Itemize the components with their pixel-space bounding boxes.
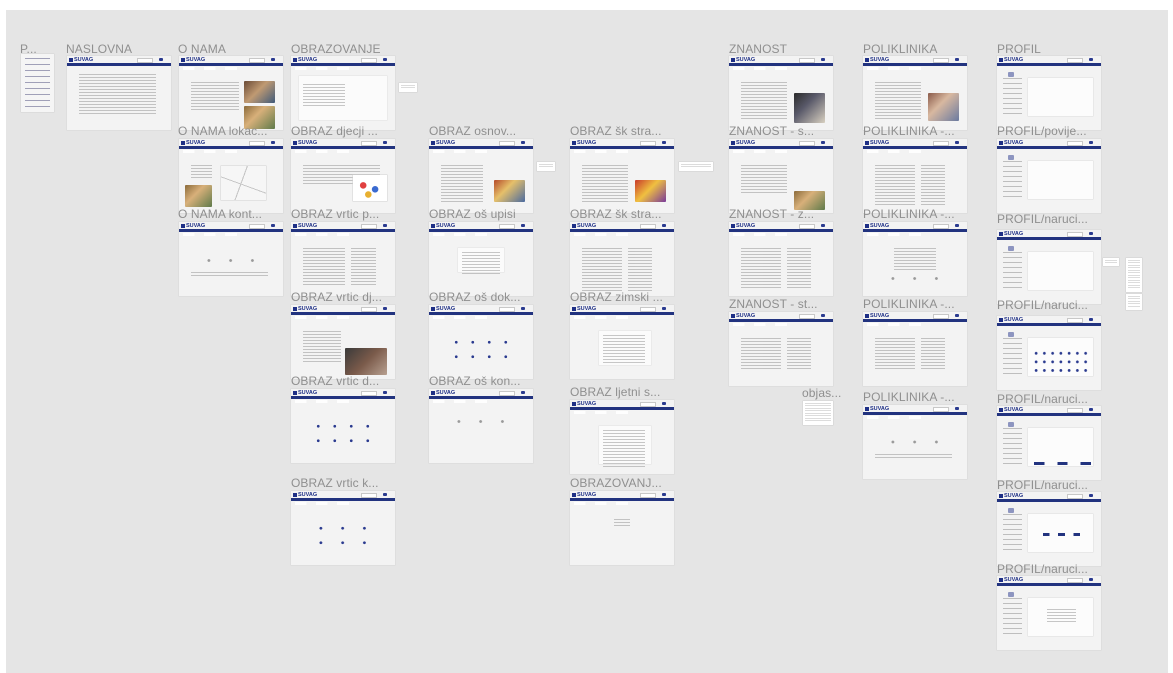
frame-label-obraz-vrtic-dj[interactable]: OBRAZ vrtic dj...	[291, 290, 382, 304]
frame-label-profil-naruci-2[interactable]: PROFIL/naruci...	[997, 298, 1088, 312]
frame-label-obraz-vrtic-d[interactable]: OBRAZ vrtic d...	[291, 374, 379, 388]
frame-label-obraz-zimski[interactable]: OBRAZ zimski ...	[570, 290, 663, 304]
nav-bar	[67, 63, 171, 66]
sticky-note[interactable]	[1126, 294, 1142, 310]
frame-obraz-os-kon[interactable]: SUVAG	[429, 389, 533, 463]
frame-label-profil-naruci-3[interactable]: PROFIL/naruci...	[997, 392, 1088, 406]
frame-label-znanost[interactable]: ZNANOST	[729, 42, 787, 56]
frame-label-poliklinika-1[interactable]: POLIKLINIKA -...	[863, 124, 955, 138]
frame-obraz-os-dok[interactable]: SUVAG	[429, 305, 533, 379]
frame-profil-naruci-2[interactable]: SUVAG	[997, 316, 1101, 390]
frame-label-objas[interactable]: objas...	[802, 386, 842, 400]
frame-profil-naruci-3[interactable]: SUVAG	[997, 406, 1101, 480]
frame-obraz-djecji[interactable]: SUVAG	[291, 139, 395, 213]
frame-label-znanost-z[interactable]: ZNANOST - z...	[729, 207, 814, 221]
frame-label-obraz-sk-stra-2[interactable]: OBRAZ šk stra...	[570, 207, 662, 221]
frame-obraz-osnov[interactable]: SUVAG	[429, 139, 533, 213]
frame-obrazovanje[interactable]: SUVAG	[291, 56, 395, 130]
frame-obraz-os-upisi[interactable]: SUVAG	[429, 222, 533, 296]
pages-panel[interactable]	[21, 54, 54, 112]
frame-poliklinika[interactable]: SUVAG	[863, 56, 967, 130]
frame-profil[interactable]: SUVAG	[997, 56, 1101, 130]
frame-label-znanost-st[interactable]: ZNANOST - st...	[729, 297, 818, 311]
frame-o-nama[interactable]: SUVAG	[179, 56, 283, 130]
frame-obraz-zimski[interactable]: SUVAG	[570, 305, 674, 379]
frame-znanost-s[interactable]: SUVAG	[729, 139, 833, 213]
sticky-note[interactable]	[537, 162, 555, 171]
frame-label-znanost-s[interactable]: ZNANOST - s...	[729, 124, 814, 138]
frame-obrazovanj[interactable]: SUVAG	[570, 491, 674, 565]
frame-label-obraz-vrtic-k[interactable]: OBRAZ vrtic k...	[291, 476, 379, 490]
frame-obraz-vrtic-p[interactable]: SUVAG	[291, 222, 395, 296]
frame-label-obraz-os-kon[interactable]: OBRAZ oš kon...	[429, 374, 521, 388]
frame-label-obraz-ljetni[interactable]: OBRAZ ljetni s...	[570, 385, 660, 399]
frame-label-o-nama-kont[interactable]: O NAMA kont...	[178, 207, 262, 221]
frame-label-poliklinika[interactable]: POLIKLINIKA	[863, 42, 937, 56]
frame-label-obrazovanj[interactable]: OBRAZOVANJ...	[570, 476, 662, 490]
frame-label-profil[interactable]: PROFIL	[997, 42, 1041, 56]
frame-o-nama-lokacija[interactable]: SUVAG	[179, 139, 283, 213]
frame-obraz-sk-stra-2[interactable]: SUVAG	[570, 222, 674, 296]
frame-znanost-st[interactable]: SUVAG	[729, 312, 833, 386]
poster-image	[353, 174, 387, 202]
frame-label-obraz-sk-stra-1[interactable]: OBRAZ šk stra...	[570, 124, 662, 138]
frame-label-poliklinika-2[interactable]: POLIKLINIKA -...	[863, 207, 955, 221]
sticky-note[interactable]	[399, 83, 417, 92]
frame-label-profil-povije[interactable]: PROFIL/povije...	[997, 124, 1087, 138]
frame-label-o-nama[interactable]: O NAMA	[178, 42, 226, 56]
frame-label-naslovna[interactable]: NASLOVNA	[66, 42, 132, 56]
frame-poliklinika-1[interactable]: SUVAG	[863, 139, 967, 213]
sticky-note[interactable]	[1126, 258, 1142, 292]
map-placeholder	[220, 165, 267, 200]
frame-label-obraz-os-upisi[interactable]: OBRAZ oš upisi	[429, 207, 516, 221]
frame-label-obraz-osnov[interactable]: OBRAZ osnov...	[429, 124, 516, 138]
frame-znanost-z[interactable]: SUVAG	[729, 222, 833, 296]
frame-label-obraz-os-dok[interactable]: OBRAZ oš dok...	[429, 290, 521, 304]
frame-obraz-vrtic-dj[interactable]: SUVAG	[291, 305, 395, 379]
frame-naslovna[interactable]: SUVAG	[67, 56, 171, 130]
frame-poliklinika-2[interactable]: SUVAG	[863, 222, 967, 296]
frame-label-profil-naruci-4[interactable]: PROFIL/naruci...	[997, 478, 1088, 492]
frame-obraz-vrtic-d[interactable]: SUVAG	[291, 389, 395, 463]
frame-poliklinika-4[interactable]: SUVAG	[863, 405, 967, 479]
frame-label-o-nama-lokac[interactable]: O NAMA lokac...	[178, 124, 268, 138]
frame-label-obraz-djecji[interactable]: OBRAZ djecji ...	[291, 124, 378, 138]
frame-o-nama-kontakt[interactable]: SUVAG	[179, 222, 283, 296]
sticky-note-objasnjenje[interactable]	[803, 401, 833, 425]
design-canvas[interactable]: P... NASLOVNA SUVAG O NAMA SUVAG O NAMA …	[6, 10, 1168, 673]
sticky-note[interactable]	[1103, 258, 1119, 266]
frame-label-profil-naruci-5[interactable]: PROFIL/naruci...	[997, 562, 1088, 576]
frame-label-obrazovanje[interactable]: OBRAZOVANJE	[291, 42, 381, 56]
frame-label-poliklinika-4[interactable]: POLIKLINIKA -...	[863, 390, 955, 404]
frame-profil-naruci-5[interactable]: SUVAG	[997, 576, 1101, 650]
sticky-note[interactable]	[679, 162, 713, 171]
frame-obraz-vrtic-k[interactable]: SUVAG	[291, 491, 395, 565]
frame-obraz-ljetni[interactable]: SUVAG	[570, 400, 674, 474]
frame-znanost[interactable]: SUVAG	[729, 56, 833, 130]
frame-label-poliklinika-3[interactable]: POLIKLINIKA -...	[863, 297, 955, 311]
frame-profil-naruci-1[interactable]: SUVAG	[997, 230, 1101, 304]
frame-profil-povijest[interactable]: SUVAG	[997, 139, 1101, 213]
frame-label-obraz-vrtic-p[interactable]: OBRAZ vrtic p...	[291, 207, 379, 221]
frame-poliklinika-3[interactable]: SUVAG	[863, 312, 967, 386]
frame-label-profil-naruci-1[interactable]: PROFIL/naruci...	[997, 212, 1088, 226]
frame-obraz-sk-stra-1[interactable]: SUVAG	[570, 139, 674, 213]
frame-profil-naruci-4[interactable]: SUVAG	[997, 492, 1101, 566]
